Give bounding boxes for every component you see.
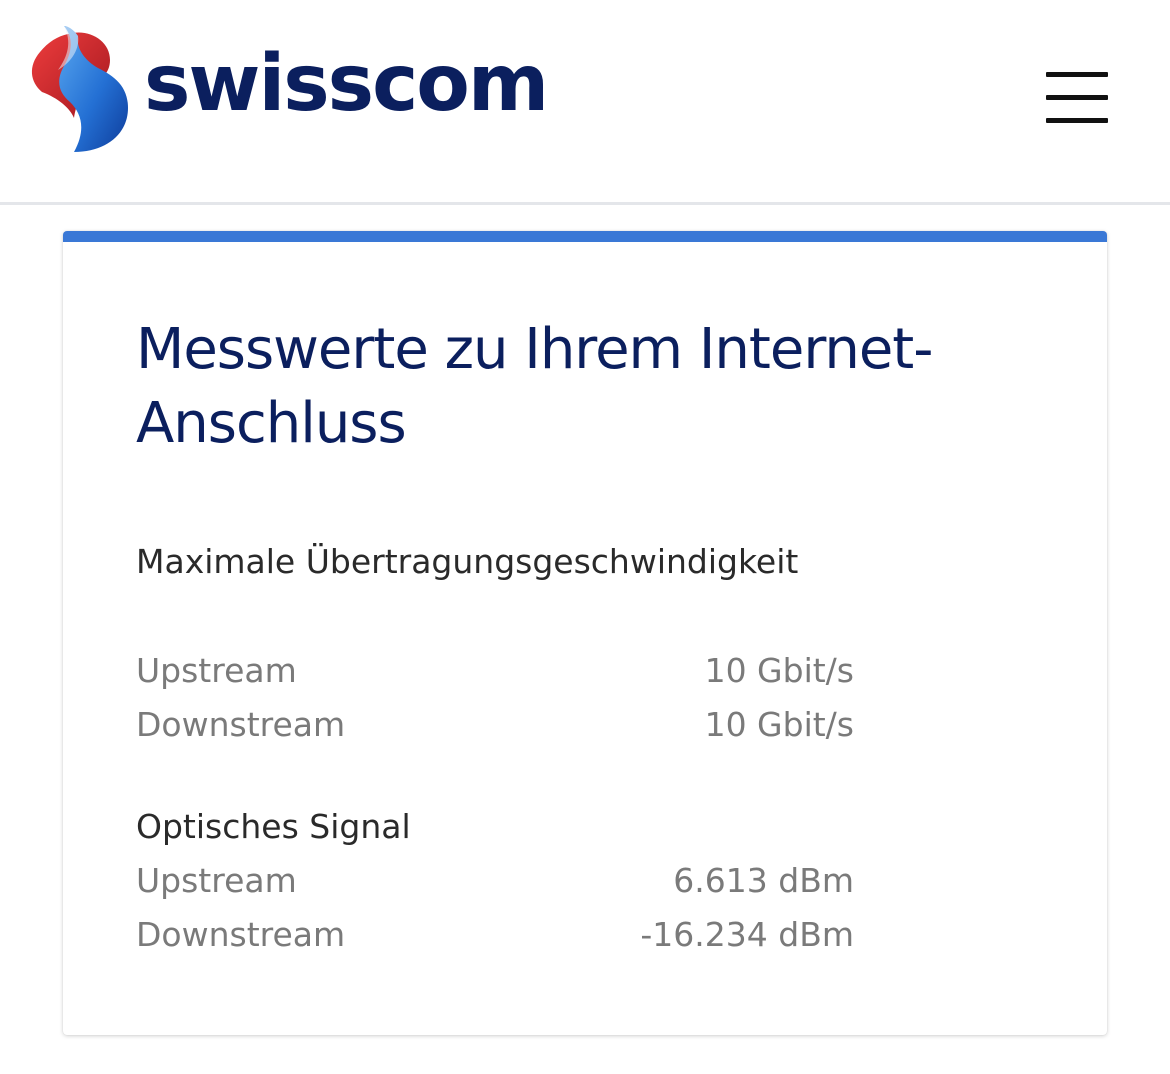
row-label: Upstream xyxy=(136,651,297,690)
measurement-card: Messwerte zu Ihrem Internet-Anschluss Ma… xyxy=(63,231,1107,1035)
row-value: -16.234 dBm xyxy=(640,915,854,954)
section-title-optical-signal: Optisches Signal xyxy=(136,807,411,846)
row-speed-upstream: Upstream 10 Gbit/s xyxy=(136,644,854,698)
row-signal-upstream: Upstream 6.613 dBm xyxy=(136,854,854,908)
card-title: Messwerte zu Ihrem Internet-Anschluss xyxy=(136,317,933,456)
row-label: Downstream xyxy=(136,705,346,744)
hamburger-menu-icon[interactable] xyxy=(1040,66,1114,130)
swisscom-logo-icon[interactable] xyxy=(28,22,132,156)
row-value: 10 Gbit/s xyxy=(704,651,854,690)
card-accent-bar xyxy=(63,231,1107,242)
menu-bar-bottom xyxy=(1046,118,1108,123)
row-label: Downstream xyxy=(136,915,346,954)
menu-bar-top xyxy=(1046,72,1108,77)
row-speed-downstream: Downstream 10 Gbit/s xyxy=(136,698,854,752)
brand-wordmark[interactable]: swisscom xyxy=(144,34,549,134)
row-value: 6.613 dBm xyxy=(673,861,854,900)
row-signal-downstream: Downstream -16.234 dBm xyxy=(136,908,854,962)
section-title-speed: Maximale Übertragungsgeschwindigkeit xyxy=(136,542,799,581)
menu-bar-middle xyxy=(1046,95,1108,100)
row-label: Upstream xyxy=(136,861,297,900)
row-value: 10 Gbit/s xyxy=(704,705,854,744)
site-header: swisscom xyxy=(0,0,1170,205)
